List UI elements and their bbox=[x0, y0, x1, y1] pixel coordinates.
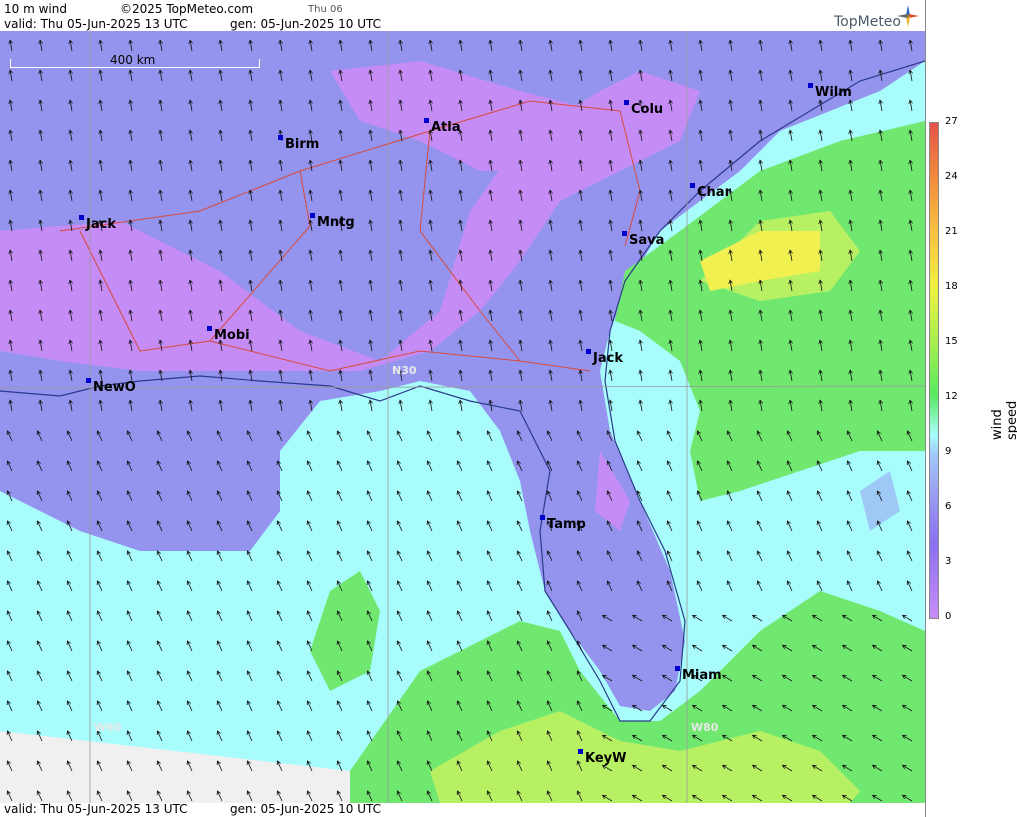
map-title: 10 m wind bbox=[4, 2, 67, 16]
city-montgomery: Mntg bbox=[310, 213, 355, 230]
city-savannah: Sava bbox=[622, 231, 664, 248]
city-atlanta: Atla bbox=[424, 118, 461, 135]
copyright: ©2025 TopMeteo.com bbox=[120, 2, 254, 16]
legend-tick: 24 bbox=[945, 171, 958, 182]
valid-time: valid: Thu 05-Jun-2025 13 UTC bbox=[4, 17, 188, 31]
scale-bar-label: 400 km bbox=[110, 53, 156, 67]
wind-field bbox=[0, 31, 925, 803]
city-key-west: KeyW bbox=[578, 749, 626, 766]
legend-tick: 0 bbox=[945, 611, 952, 622]
footer-gen-time: gen: 05-Jun-2025 10 UTC bbox=[230, 802, 382, 816]
legend-tick: 9 bbox=[945, 446, 952, 457]
day-label: Thu 06 bbox=[308, 4, 343, 15]
legend-tick: 15 bbox=[945, 336, 958, 347]
compass-icon bbox=[897, 5, 919, 27]
city-charleston: Char bbox=[690, 183, 731, 200]
city-miami: Miam bbox=[675, 666, 722, 683]
city-jacksonville: Jack bbox=[586, 349, 623, 366]
gen-time: gen: 05-Jun-2025 10 UTC bbox=[230, 17, 382, 31]
city-birmingham: Birm bbox=[278, 135, 319, 152]
legend-unit-label: wind speed [kt] bbox=[990, 400, 1017, 440]
grid-label-w90: W90 bbox=[94, 721, 122, 734]
wind-map[interactable]: 400 km Birm Atla Colu Wilm Char Sava Jac… bbox=[0, 31, 925, 803]
footer-valid-time: valid: Thu 05-Jun-2025 13 UTC bbox=[4, 802, 188, 816]
legend-tick: 18 bbox=[945, 281, 958, 292]
legend-tick: 3 bbox=[945, 556, 952, 567]
legend-tick: 12 bbox=[945, 391, 958, 402]
city-jackson: Jack bbox=[79, 215, 116, 232]
legend-tick: 27 bbox=[945, 116, 958, 127]
city-columbia: Colu bbox=[624, 100, 663, 117]
city-wilmington: Wilm bbox=[808, 83, 852, 100]
wind-speed-colorbar bbox=[929, 122, 939, 619]
city-tampa: Tamp bbox=[540, 515, 586, 532]
topmeteo-logo: TopMeteo bbox=[834, 14, 901, 30]
grid-label-n30: N30 bbox=[392, 364, 417, 377]
legend-tick: 6 bbox=[945, 501, 952, 512]
legend-tick: 21 bbox=[945, 226, 958, 237]
city-mobile: Mobi bbox=[207, 326, 250, 343]
city-new-orleans: NewO bbox=[86, 378, 136, 395]
grid-label-w80: W80 bbox=[691, 721, 719, 734]
